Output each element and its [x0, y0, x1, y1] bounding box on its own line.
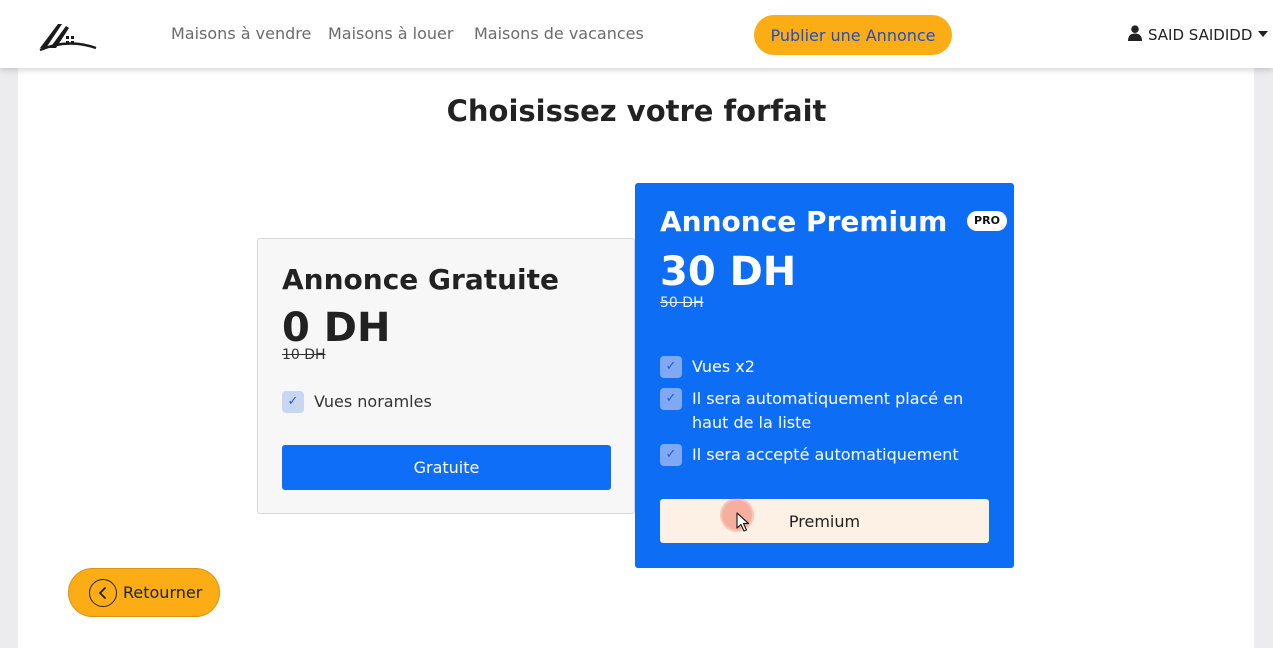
check-icon: ✓: [660, 444, 682, 466]
plan-card-free: Annonce Gratuite 0 DH 10 DH ✓ Vues noram…: [257, 238, 635, 514]
select-premium-plan-button[interactable]: Premium: [660, 499, 989, 543]
plan-feature: ✓ Vues noramles: [282, 390, 612, 414]
plan-feature: ✓ Il sera accepté automatiquement: [660, 443, 990, 467]
plan-feature-label: Vues x2: [692, 357, 755, 376]
caret-down-icon: [1258, 31, 1269, 37]
plan-name: Annonce Gratuite: [282, 263, 560, 296]
user-menu[interactable]: SAID SAIDIDD: [1128, 25, 1269, 45]
user-name: SAID SAIDIDD: [1148, 26, 1253, 44]
select-free-plan-button[interactable]: Gratuite: [282, 445, 611, 490]
plan-card-premium: Annonce Premium PRO 30 DH 50 DH ✓ Vues x…: [635, 183, 1014, 568]
publish-listing-button[interactable]: Publier une Annonce: [754, 15, 952, 55]
plan-feature: ✓ Il sera automatiquement placé en haut …: [660, 387, 990, 435]
check-icon: ✓: [660, 388, 682, 410]
plan-feature-label: Vues noramles: [314, 392, 432, 411]
chevron-left-circle-icon: [89, 578, 117, 607]
check-icon: ✓: [282, 391, 304, 413]
plan-name: Annonce Premium: [660, 205, 948, 238]
plan-old-price: 10 DH: [282, 347, 326, 363]
back-button-label: Retourner: [123, 583, 203, 602]
plan-feature: ✓ Vues x2: [660, 355, 990, 379]
plan-old-price: 50 DH: [660, 295, 704, 311]
page-title: Choisissez votre forfait: [446, 94, 827, 128]
nav-maisons-a-louer[interactable]: Maisons à louer: [328, 24, 453, 43]
navbar: Maisons à vendre Maisons à louer Maisons…: [0, 0, 1273, 68]
page: Maisons à vendre Maisons à louer Maisons…: [0, 0, 1273, 648]
plan-price: 30 DH: [660, 249, 797, 295]
back-button[interactable]: Retourner: [68, 568, 220, 617]
plan-feature-label: Il sera automatiquement placé en haut de…: [692, 389, 964, 432]
pro-badge: PRO: [967, 211, 1007, 231]
plan-price: 0 DH: [282, 305, 391, 351]
nav-maisons-a-vendre[interactable]: Maisons à vendre: [171, 24, 311, 43]
user-icon: [1128, 25, 1142, 45]
check-icon: ✓: [660, 356, 682, 378]
plan-feature-label: Il sera accepté automatiquement: [692, 445, 959, 464]
house-roof-logo-icon[interactable]: [38, 18, 98, 52]
nav-maisons-de-vacances[interactable]: Maisons de vacances: [474, 24, 644, 43]
